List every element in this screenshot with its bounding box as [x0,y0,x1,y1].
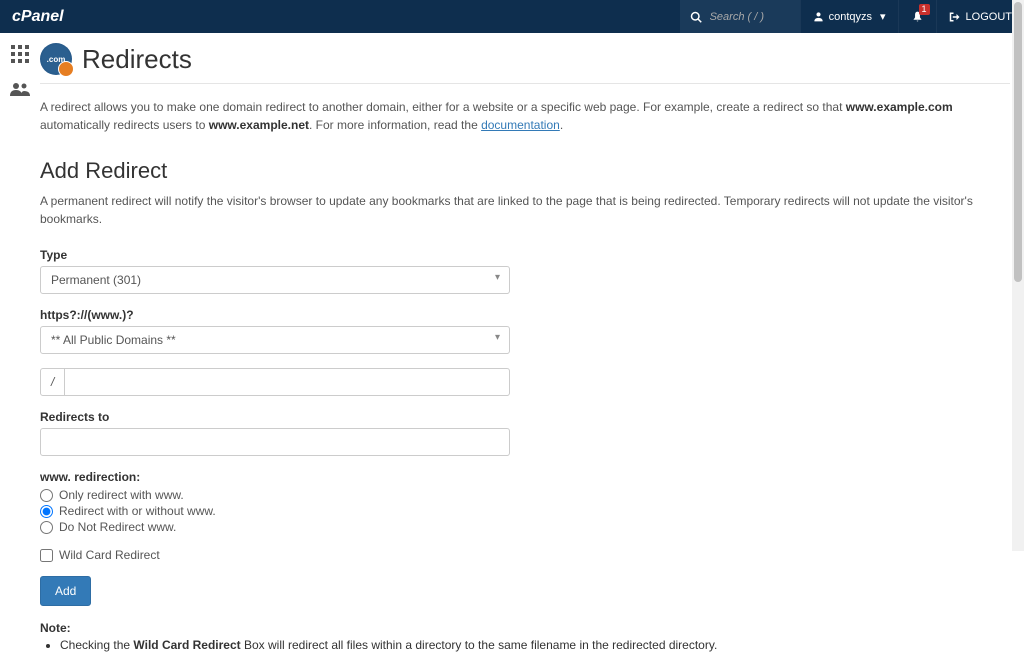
radio-no-redirect-www[interactable]: Do Not Redirect www. [40,520,510,534]
radio-input[interactable] [40,505,53,518]
redirects-to-label: Redirects to [40,410,510,424]
note-section: Note: Checking the Wild Card Redirect Bo… [40,620,1010,654]
logo[interactable]: cPanel [12,8,64,26]
radio-only-www[interactable]: Only redirect with www. [40,488,510,502]
radio-input[interactable] [40,521,53,534]
desc-bold: www.example.net [209,118,309,132]
page-header: .com Redirects [40,43,1010,84]
logout-button[interactable]: LOGOUT [936,0,1024,33]
path-input[interactable] [65,368,510,396]
users-icon[interactable] [10,82,30,99]
user-icon [813,11,824,22]
scrollbar-thumb[interactable] [1014,2,1022,282]
desc-text: . For more information, read the [309,118,481,132]
sidebar [0,33,40,664]
topbar: cPanel contqyzs ▾ 1 LOGOUT [0,0,1024,33]
https-label: https?://(www.)? [40,308,510,322]
add-button[interactable]: Add [40,576,91,606]
checkbox-input[interactable] [40,549,53,562]
note-text: Box will redirect all files within a dir… [241,638,718,652]
www-redirection-label: www. redirection: [40,470,510,484]
radio-label: Redirect with or without www. [59,504,216,518]
redirects-to-input[interactable] [40,428,510,456]
radio-with-without-www[interactable]: Redirect with or without www. [40,504,510,518]
domain-select[interactable]: ** All Public Domains ** [40,326,510,354]
desc-text: . [560,118,563,132]
notifications[interactable]: 1 [898,0,936,33]
logout-icon [949,11,961,23]
add-redirect-form: Type Permanent (301) https?://(www.)? **… [40,248,510,606]
redirects-icon: .com [40,43,72,75]
note-item: Checking the Wild Card Redirect Box will… [60,637,1010,654]
documentation-link[interactable]: documentation [481,118,560,132]
page-description: A redirect allows you to make one domain… [40,98,1010,134]
radio-input[interactable] [40,489,53,502]
search-box[interactable] [680,0,800,33]
notif-badge: 1 [919,4,930,15]
logout-label: LOGOUT [966,11,1012,23]
type-select[interactable]: Permanent (301) [40,266,510,294]
note-bold: Wild Card Redirect [133,638,240,652]
user-menu[interactable]: contqyzs ▾ [800,0,898,33]
wildcard-checkbox[interactable]: Wild Card Redirect [40,548,510,562]
section-title: Add Redirect [40,158,1010,184]
page-title: Redirects [82,44,192,75]
note-title: Note: [40,621,71,635]
search-icon [690,11,702,23]
desc-text: automatically redirects users to [40,118,209,132]
radio-label: Do Not Redirect www. [59,520,176,534]
radio-label: Only redirect with www. [59,488,184,502]
main-content: .com Redirects A redirect allows you to … [40,33,1024,664]
section-desc: A permanent redirect will notify the vis… [40,192,1010,228]
caret-down-icon: ▾ [880,10,886,23]
desc-bold: www.example.com [846,100,953,114]
desc-text: A redirect allows you to make one domain… [40,100,846,114]
grid-icon[interactable] [11,45,29,66]
path-prefix: / [40,368,65,396]
scrollbar[interactable] [1012,0,1024,551]
checkbox-label: Wild Card Redirect [59,548,160,562]
username: contqyzs [829,11,872,23]
type-label: Type [40,248,510,262]
logo-text: cPanel [12,8,64,26]
note-text: Checking the [60,638,133,652]
search-input[interactable] [710,11,770,23]
